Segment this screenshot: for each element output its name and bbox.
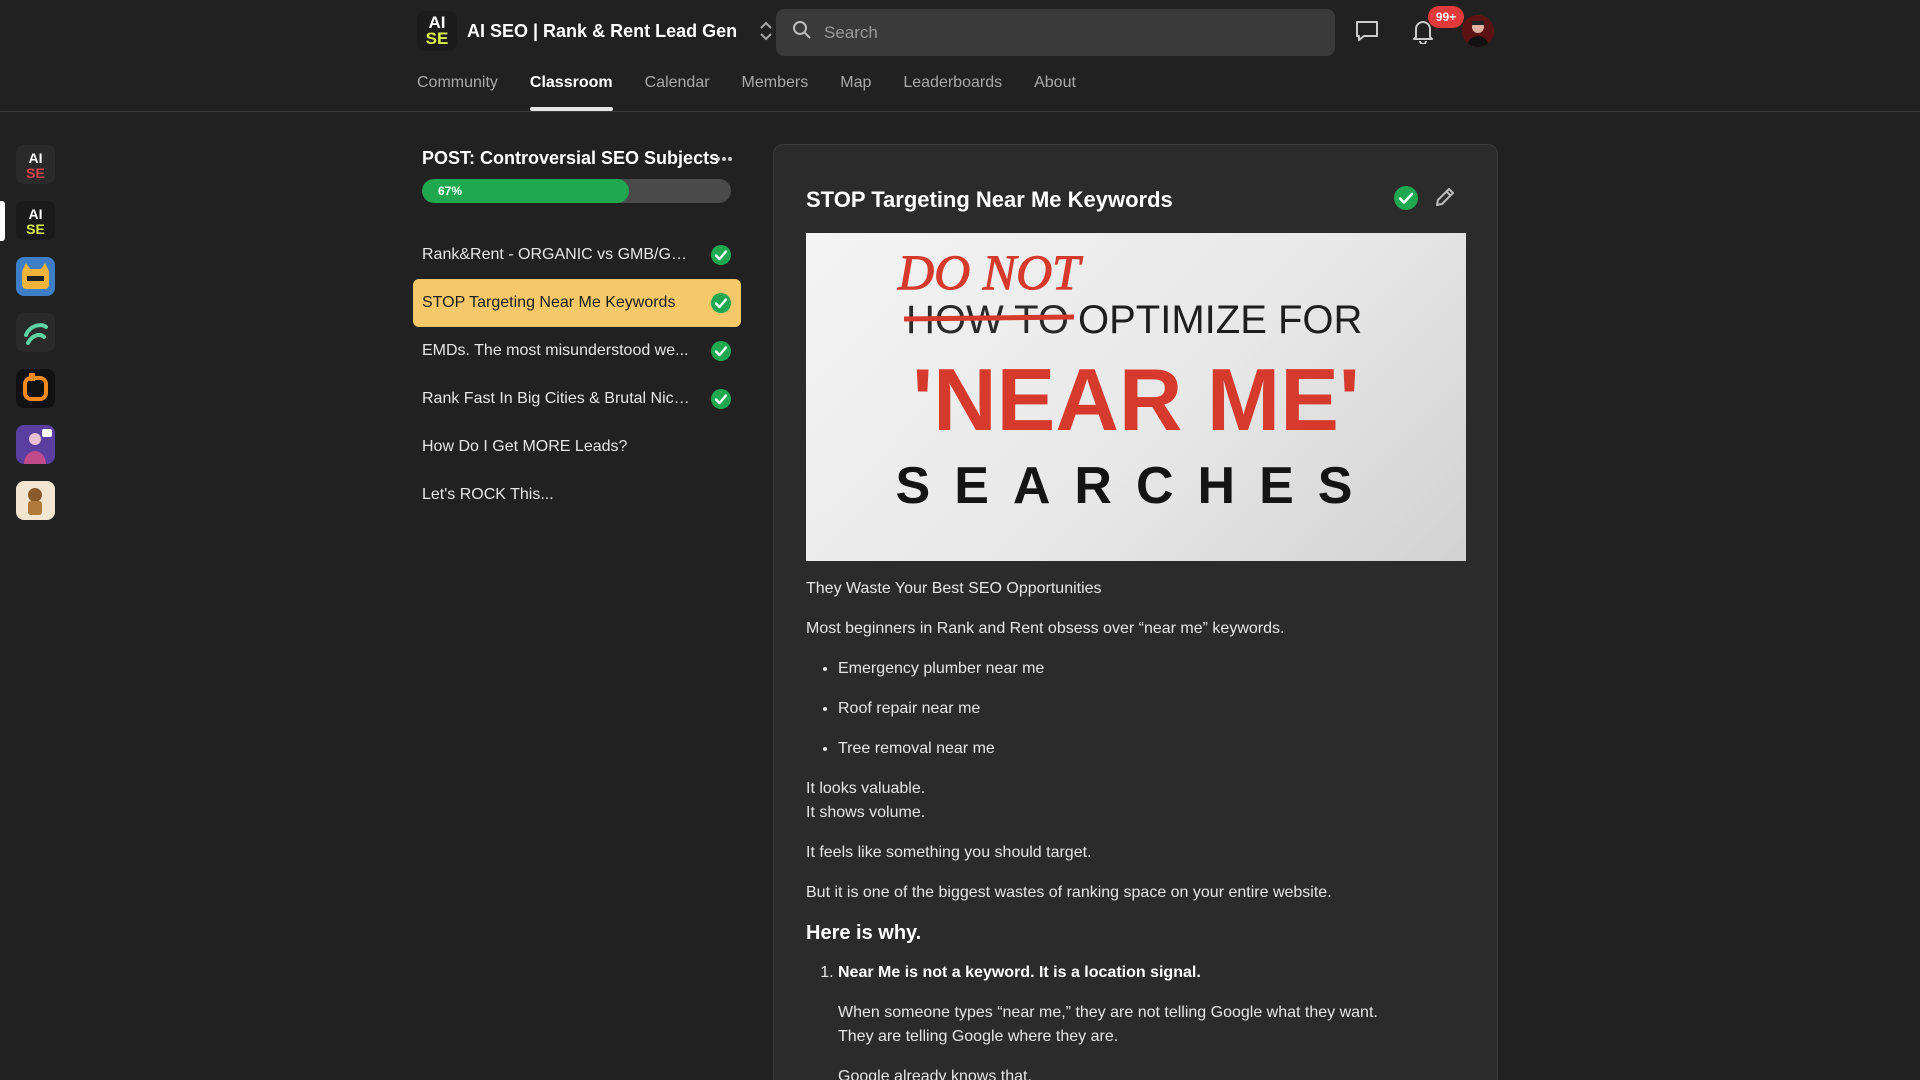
hero-line-near-me: 'NEAR ME' xyxy=(912,350,1360,449)
check-circle-icon xyxy=(710,244,732,271)
tab-community[interactable]: Community xyxy=(417,68,498,112)
tab-classroom[interactable]: Classroom xyxy=(529,68,613,112)
search-icon xyxy=(792,20,812,45)
lesson-item[interactable]: Rank Fast In Big Cities & Brutal Nich... xyxy=(413,375,741,423)
group-logo[interactable]: AI SE xyxy=(417,11,457,51)
orange-square-icon[interactable] xyxy=(16,369,55,408)
check-circle-icon xyxy=(710,340,732,367)
active-community-marker xyxy=(0,201,5,241)
module-title: POST: Controversial SEO Subjects xyxy=(422,148,720,168)
lesson-title-heading: STOP Targeting Near Me Keywords xyxy=(806,187,1173,212)
tab-members[interactable]: Members xyxy=(742,68,809,112)
ai-seo-red-icon[interactable]: AI SE xyxy=(16,145,55,184)
module-progress-bar: 67% xyxy=(422,179,731,203)
point-text: Google already knows that. xyxy=(838,1068,1032,1080)
keyword-list: Emergency plumber near me Roof repair ne… xyxy=(838,657,1456,761)
paragraph: Most beginners in Rank and Rent obsess o… xyxy=(806,620,1285,637)
character-icon[interactable] xyxy=(16,481,55,520)
paragraph: It feels like something you should targe… xyxy=(806,844,1092,861)
list-item: Tree removal near me xyxy=(838,737,1456,761)
lesson-body: They Waste Your Best SEO Opportunities M… xyxy=(806,577,1456,1080)
list-item: Near Me is not a keyword. It is a locati… xyxy=(838,961,1456,1080)
figure-icon[interactable] xyxy=(16,425,55,464)
top-header: AI SE AI SEO | Rank & Rent Lead Gen 99+ … xyxy=(0,0,1920,112)
lesson-title: Rank Fast In Big Cities & Brutal Nich... xyxy=(422,390,692,407)
reasons-list: Near Me is not a keyword. It is a locati… xyxy=(838,961,1456,1080)
tab-calendar[interactable]: Calendar xyxy=(645,68,710,112)
paragraph: It looks valuable. xyxy=(806,780,926,797)
paragraph: It shows volume. xyxy=(806,804,926,821)
swirl-icon[interactable] xyxy=(16,313,55,352)
completed-check-icon[interactable] xyxy=(1393,185,1419,216)
svg-text:SE: SE xyxy=(26,221,45,237)
notification-count-badge: 99+ xyxy=(1428,6,1464,28)
section-heading: Here is why. xyxy=(806,922,922,944)
more-options-icon[interactable] xyxy=(712,148,736,170)
lesson-item-active[interactable]: STOP Targeting Near Me Keywords xyxy=(413,279,741,327)
point-text: They are telling Google where they are. xyxy=(838,1028,1119,1045)
list-item: Emergency plumber near me xyxy=(838,657,1456,681)
edit-pencil-icon[interactable] xyxy=(1433,185,1457,209)
point-title: Near Me is not a keyword. It is a locati… xyxy=(838,964,1201,981)
lesson-title: Let's ROCK This... xyxy=(422,486,554,503)
lesson-content-card: STOP Targeting Near Me Keywords DO NOT H… xyxy=(773,144,1498,1080)
group-title[interactable]: AI SEO | Rank & Rent Lead Gen xyxy=(467,21,737,42)
lesson-title: Rank&Rent - ORGANIC vs GMB/GBP xyxy=(422,246,692,263)
ai-seo-yellow-icon[interactable]: AI SE xyxy=(16,201,55,240)
lesson-item[interactable]: EMDs. The most misunderstood we... xyxy=(413,327,741,375)
lesson-hero-image: DO NOT HOW TO OPTIMIZE FOR 'NEAR ME' SEA… xyxy=(806,233,1466,561)
hero-line-optimize: OPTIMIZE FOR xyxy=(1078,298,1362,342)
group-switcher-icon[interactable] xyxy=(757,19,775,43)
svg-text:SE: SE xyxy=(26,165,45,181)
module-progress-fill: 67% xyxy=(422,179,630,203)
lesson-item[interactable]: Let's ROCK This... xyxy=(413,471,741,519)
hero-line-searches: SEARCHES xyxy=(896,457,1377,515)
search-bar[interactable] xyxy=(776,9,1335,56)
lesson-item[interactable]: Rank&Rent - ORGANIC vs GMB/GBP xyxy=(413,231,741,279)
paragraph: But it is one of the biggest wastes of r… xyxy=(806,884,1332,901)
lesson-title: EMDs. The most misunderstood we... xyxy=(422,342,689,359)
svg-text:AI: AI xyxy=(29,206,43,222)
list-item: Roof repair near me xyxy=(838,697,1456,721)
search-input[interactable] xyxy=(824,22,1304,43)
intro-text: They Waste Your Best SEO Opportunities xyxy=(806,580,1102,597)
tab-about[interactable]: About xyxy=(1034,68,1076,112)
check-circle-icon xyxy=(710,292,732,319)
chat-icon[interactable] xyxy=(1352,16,1382,46)
cat-icon[interactable] xyxy=(16,257,55,296)
lesson-title: How Do I Get MORE Leads? xyxy=(422,438,628,455)
logo-text-bottom: SE xyxy=(425,29,449,48)
point-text: When someone types “near me,” they are n… xyxy=(838,1004,1378,1021)
group-brand[interactable]: AI SE AI SEO | Rank & Rent Lead Gen xyxy=(417,11,775,51)
lesson-title: STOP Targeting Near Me Keywords xyxy=(422,294,676,311)
hero-line-do-not: DO NOT xyxy=(897,244,1083,300)
check-circle-icon xyxy=(710,388,732,415)
tab-map[interactable]: Map xyxy=(840,68,871,112)
user-avatar[interactable] xyxy=(1462,15,1494,47)
main-nav-tabs: Community Classroom Calendar Members Map… xyxy=(417,68,1108,112)
svg-text:AI: AI xyxy=(29,150,43,166)
lesson-item[interactable]: How Do I Get MORE Leads? xyxy=(413,423,741,471)
tab-leaderboards[interactable]: Leaderboards xyxy=(903,68,1002,112)
